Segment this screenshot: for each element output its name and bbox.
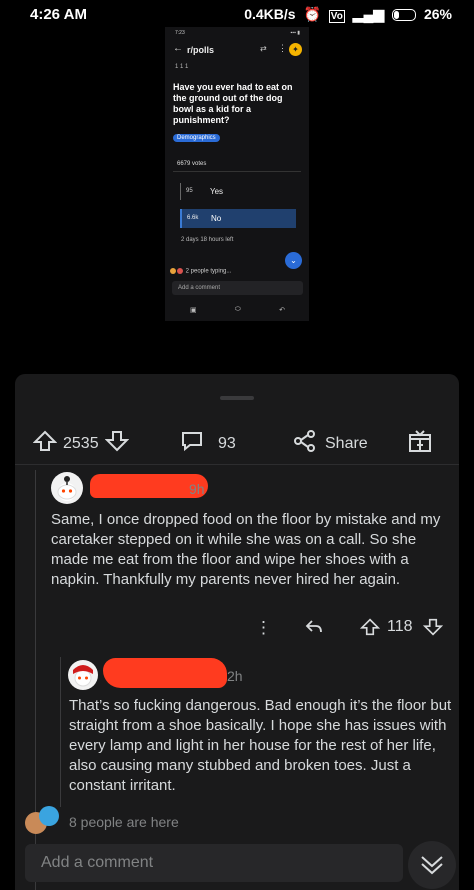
chevron-down-icon: ⌄	[285, 252, 302, 269]
signal-icon: ▂▄▆	[352, 6, 385, 22]
comment-body: That’s so fucking dangerous. Bad enough …	[69, 697, 452, 794]
more-options-icon[interactable]: ⋮	[255, 618, 272, 638]
reply-icon[interactable]	[304, 618, 324, 641]
presence-text: 8 people are here	[69, 814, 179, 830]
divider	[173, 171, 301, 172]
poll-option-label: Yes	[210, 187, 224, 196]
embedded-typing: 2 people typing...	[170, 268, 231, 275]
poll-option: 95 Yes	[180, 183, 295, 200]
share-icon	[293, 430, 317, 457]
share-button[interactable]: Share	[293, 430, 368, 457]
downvote-icon[interactable]	[422, 618, 444, 641]
comment-input[interactable]	[25, 844, 403, 882]
share-icon: ⇄	[260, 44, 267, 53]
comment-time: 2h	[227, 668, 243, 684]
typing-text: 2 people typing...	[185, 268, 232, 275]
chevron-down-icon	[421, 856, 443, 875]
poll-option-count: 95	[186, 188, 193, 194]
embedded-add-comment: Add a comment	[172, 281, 303, 295]
comments-sheet: 2535 93 Share 9h Same, I once dropped fo…	[15, 374, 459, 890]
upvote-count: 2535	[63, 434, 99, 452]
comment-vote-count: 118	[387, 618, 413, 635]
divider	[15, 464, 459, 465]
comment-count: 93	[218, 434, 236, 452]
comment-body: Same, I once dropped food on the floor b…	[51, 511, 441, 588]
comments-button[interactable]: 93	[180, 430, 236, 457]
poll-option: 6.6k No	[180, 209, 296, 228]
status-time: 4:26 AM	[30, 6, 87, 23]
net-speed: 0.4KB/s	[244, 6, 296, 22]
comment-time: 9h	[189, 481, 205, 497]
embedded-flair: Demographics	[173, 134, 220, 142]
comment-icon	[180, 430, 204, 457]
embedded-awards: 1 1 1	[175, 64, 189, 70]
vote-group: 2535	[32, 430, 130, 457]
embedded-time-remaining: 2 days 18 hours left	[181, 237, 234, 243]
avatar[interactable]	[51, 472, 83, 504]
back-arrow-icon: ←	[173, 43, 183, 54]
award-button[interactable]	[408, 430, 432, 457]
embedded-status-bar: 7:23 ▪▪▪ ▮	[175, 30, 300, 36]
avatar[interactable]	[68, 660, 98, 690]
status-bar: 4:26 AM 0.4KB/s ⏰ Vo ▂▄▆ 26%	[0, 0, 474, 30]
thread-line[interactable]	[60, 657, 61, 807]
drag-handle[interactable]	[220, 396, 254, 400]
embedded-nav-bar: ▣ ⬭ ↶	[190, 306, 285, 314]
gift-icon	[408, 430, 432, 457]
post-image[interactable]: 7:23 ▪▪▪ ▮ ← r/polls ⇄ ⋮ ✦ 1 1 1 Have you…	[165, 27, 309, 321]
poll-option-label: No	[211, 214, 222, 223]
alarm-icon: ⏰	[303, 6, 321, 22]
status-right: 0.4KB/s ⏰ Vo ▂▄▆ 26%	[240, 6, 452, 23]
embedded-subreddit: r/polls	[187, 45, 215, 55]
battery-level: 26%	[423, 6, 452, 22]
collapse-button[interactable]	[408, 841, 456, 889]
embedded-vote-count: 6679 votes	[177, 161, 207, 167]
volte-icon: Vo	[328, 10, 345, 23]
comment-composer[interactable]	[25, 844, 403, 882]
more-icon: ⋮	[278, 43, 287, 53]
avatar	[39, 806, 59, 826]
downvote-icon[interactable]	[104, 430, 130, 457]
embedded-post-title: Have you ever had to eat on the ground o…	[173, 82, 293, 125]
comment-actions: ⋮ 118	[15, 614, 459, 644]
bulb-icon: ✦	[289, 43, 302, 56]
share-label: Share	[325, 434, 368, 452]
post-action-bar: 2535 93 Share	[15, 426, 459, 462]
upvote-icon[interactable]	[359, 618, 381, 641]
poll-option-count: 6.6k	[187, 215, 199, 221]
redacted-username	[103, 658, 227, 688]
battery-icon	[392, 9, 417, 22]
upvote-icon[interactable]	[32, 430, 58, 457]
